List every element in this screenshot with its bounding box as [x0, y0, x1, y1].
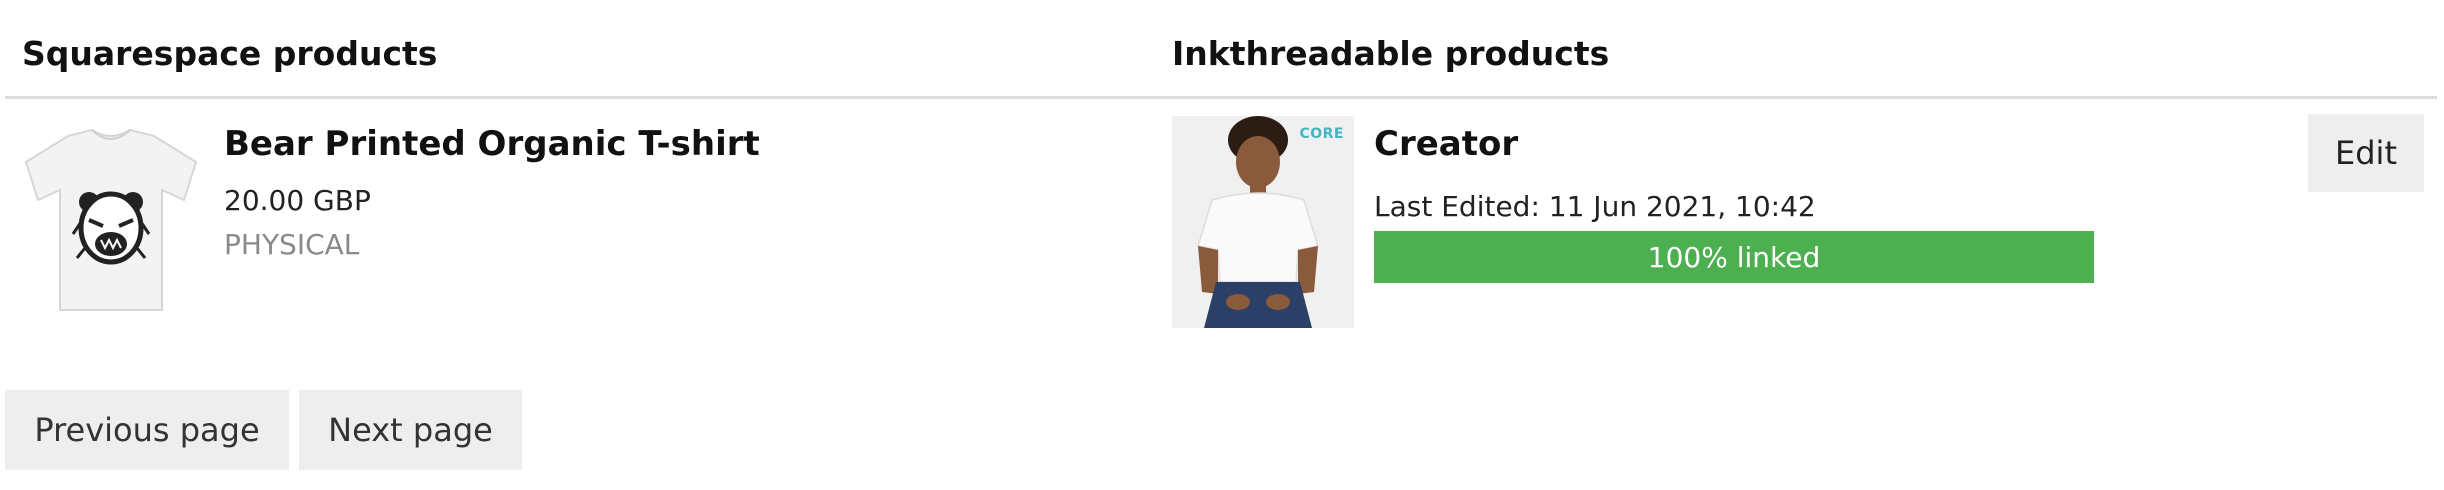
link-progress-bar: 100% linked: [1374, 231, 2094, 283]
core-brand-tag: CORE: [1299, 126, 1344, 142]
link-progress-label: 100% linked: [1647, 240, 1821, 274]
squarespace-product-title: Bear Printed Organic T-shirt: [224, 124, 760, 164]
squarespace-products-heading: Squarespace products: [22, 34, 438, 73]
inkthreadable-products-heading: Inkthreadable products: [1172, 34, 1610, 73]
header-divider: [5, 96, 2437, 99]
creator-product-image: CORE: [1172, 116, 1354, 328]
inkthreadable-product-title: Creator: [1374, 124, 1519, 164]
edit-button[interactable]: Edit: [2308, 114, 2424, 192]
last-edited-text: Last Edited: 11 Jun 2021, 10:42: [1374, 190, 1816, 223]
next-page-button[interactable]: Next page: [299, 390, 522, 470]
previous-page-button[interactable]: Previous page: [5, 390, 289, 470]
squarespace-product-price: 20.00 GBP: [224, 184, 371, 217]
squarespace-product-type: PHYSICAL: [224, 228, 360, 261]
bear-tshirt-image: [20, 128, 202, 314]
